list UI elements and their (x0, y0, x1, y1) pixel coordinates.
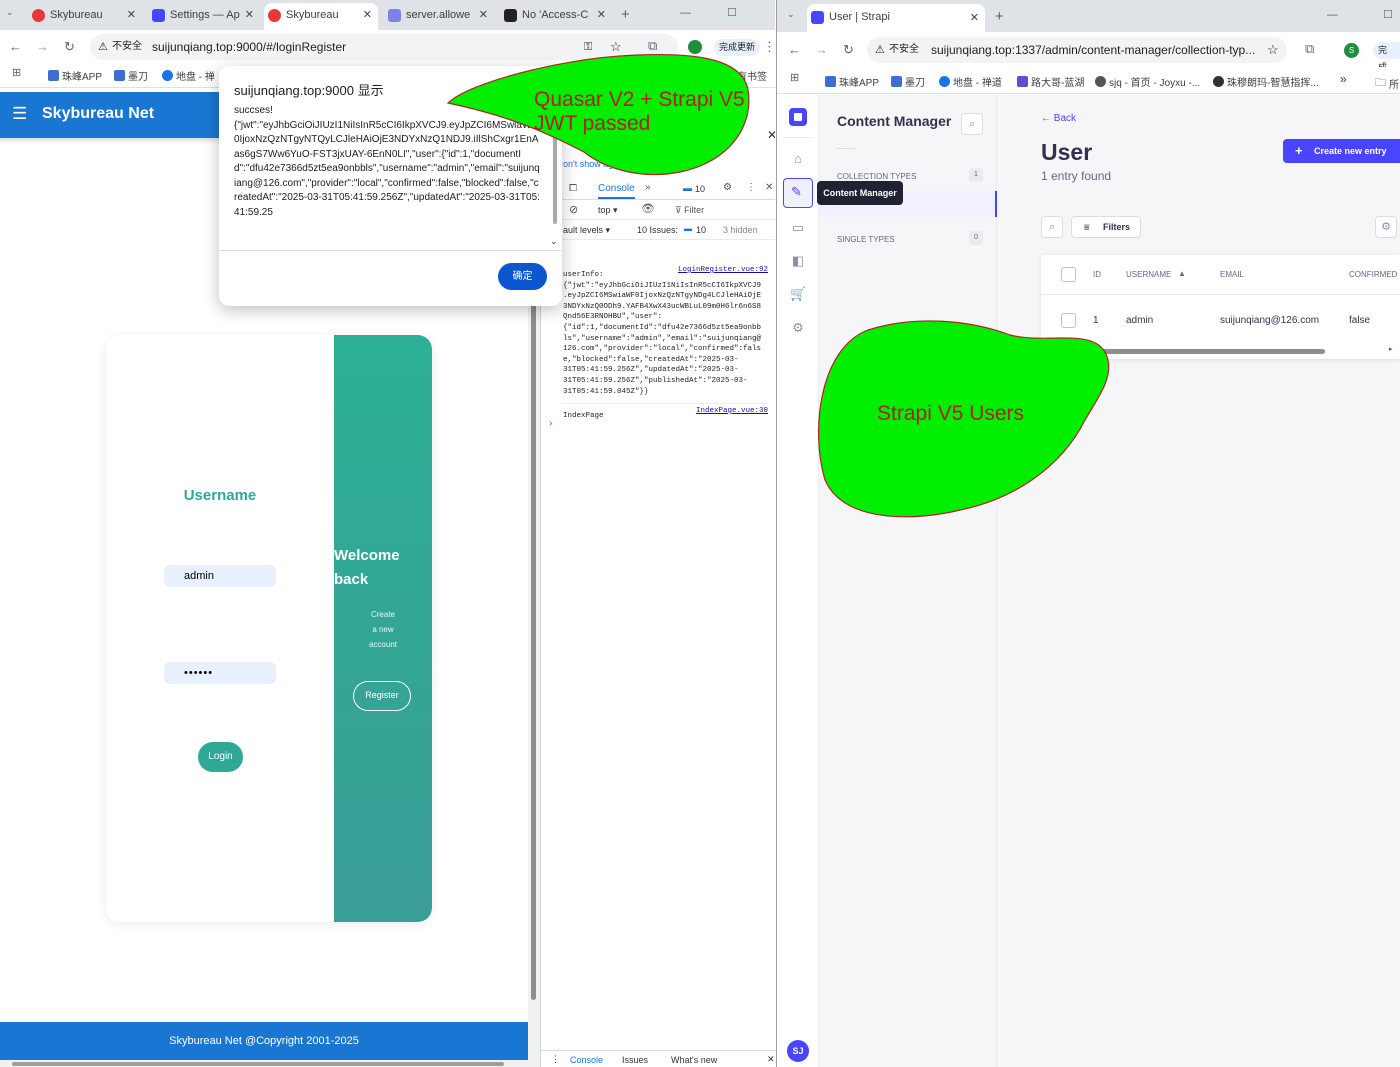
callout-text-right: Strapi V5 Users (877, 402, 1024, 425)
annotation-overlay: Quasar V2 + Strapi V5 JWT passed Strapi … (446, 53, 1110, 518)
